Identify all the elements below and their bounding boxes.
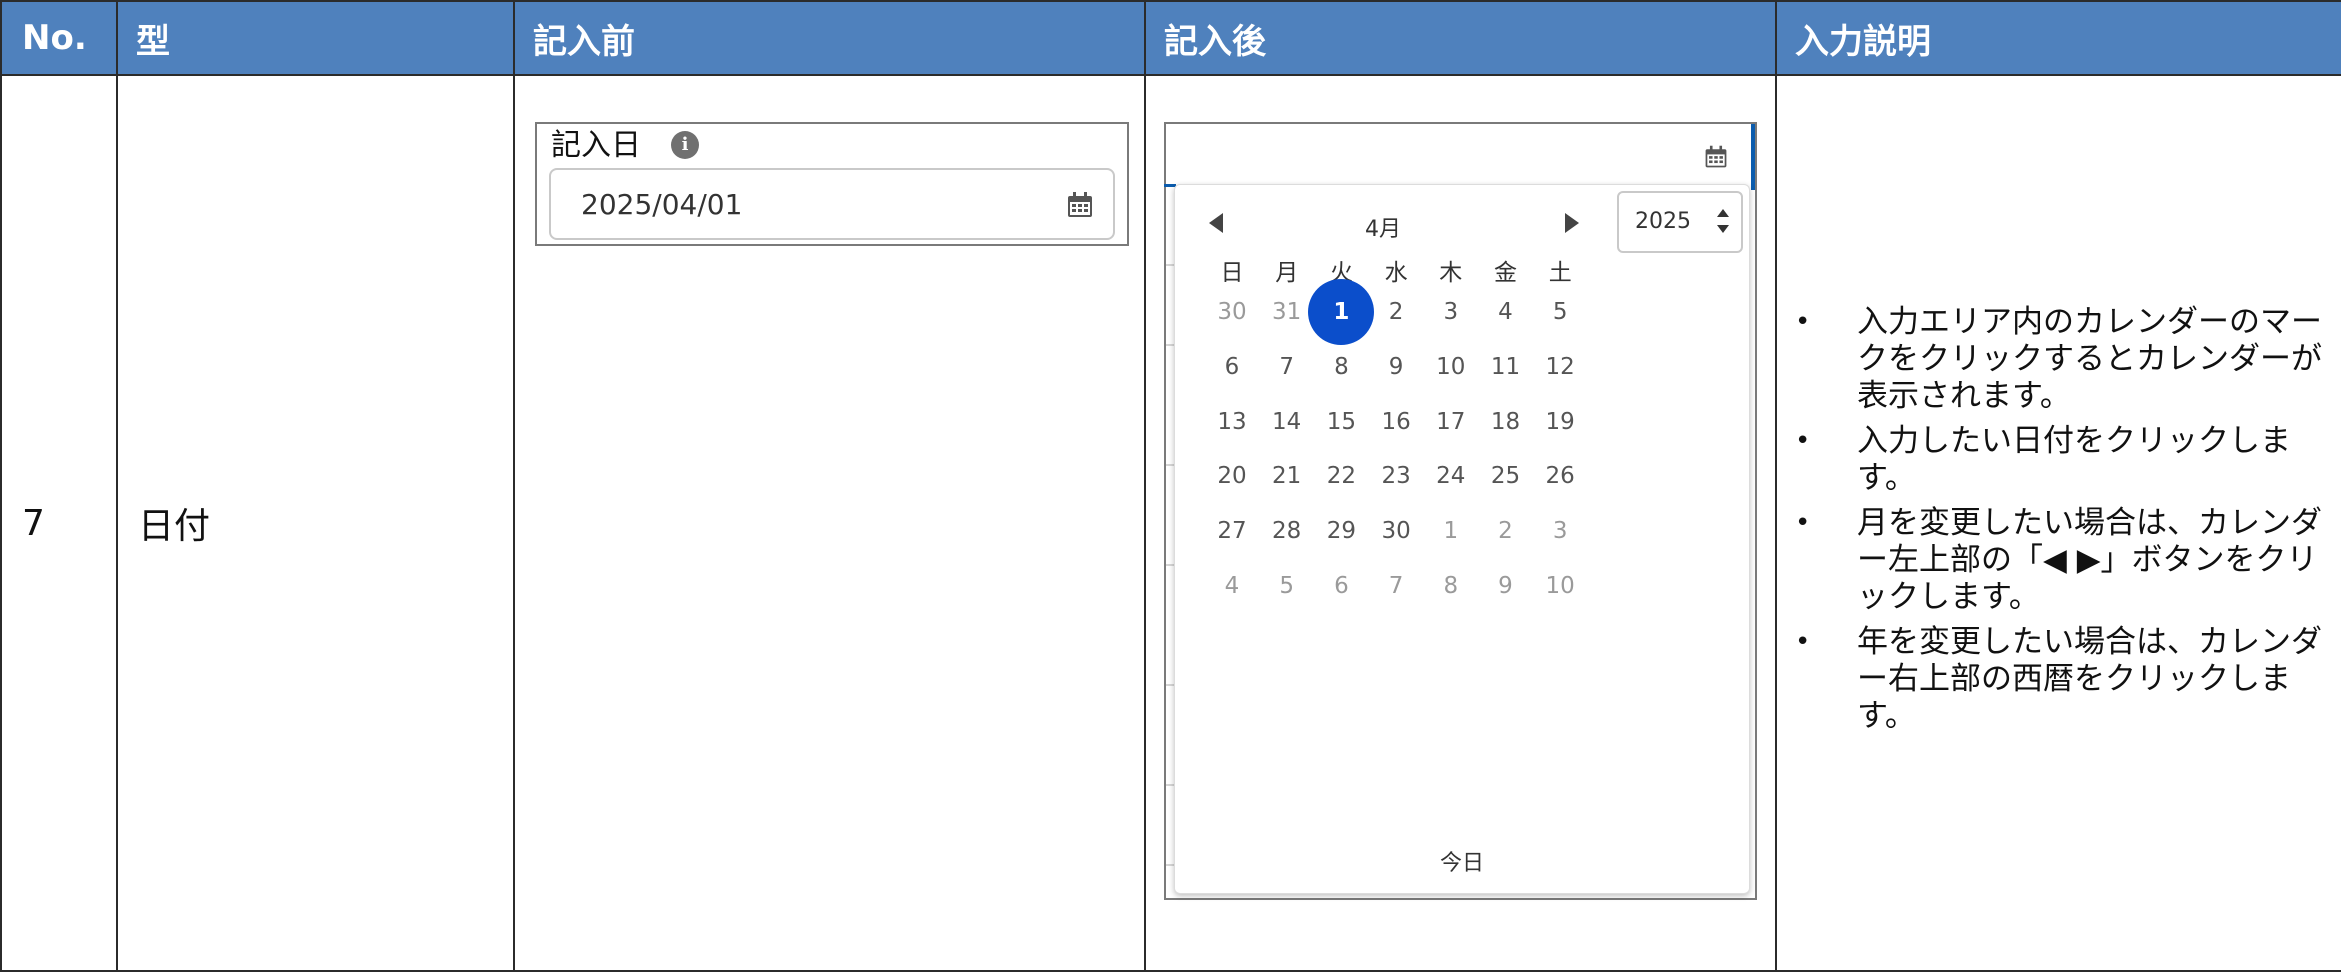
header-description: 入力説明 <box>1775 0 2341 76</box>
table-row: 7 日付 記入日 i 2025/04/01 4月 2025 日 月 火 水 木 … <box>0 74 2341 972</box>
list-item: • 入力したい日付をクリックします。 <box>1795 423 2335 497</box>
info-icon[interactable]: i <box>671 131 699 159</box>
header-no: No. <box>0 0 118 76</box>
before-cell: 記入日 i 2025/04/01 <box>513 74 1146 972</box>
description-list: • 入力エリア内のカレンダーのマークをクリックするとカレンダーが表示されます。 •… <box>1795 304 2335 743</box>
bullet: • <box>1795 426 1811 456</box>
bullet: • <box>1795 627 1811 657</box>
month-label: 4月 <box>1365 217 1401 242</box>
year-down-icon[interactable] <box>1717 225 1729 233</box>
date-field-before: 記入日 i 2025/04/01 <box>535 122 1129 246</box>
date-field-after: 4月 2025 日月火水木金土 30 31 1 2 3 4 5 6 7 8 9 10 11 12 13 14 15… <box>1164 122 1757 900</box>
header-before: 記入前 <box>513 0 1146 76</box>
next-month-button[interactable] <box>1565 213 1579 233</box>
after-cell: 4月 2025 日月火水木金土 30 31 1 2 3 4 5 6 7 8 9 10 11 12 13 14 15… <box>1144 74 1777 972</box>
description-cell: • 入力エリア内のカレンダーのマークをクリックするとカレンダーが表示されます。 •… <box>1775 74 2341 972</box>
list-item: • 入力エリア内のカレンダーのマークをクリックするとカレンダーが表示されます。 <box>1795 304 2335 415</box>
date-input-focused[interactable] <box>1166 124 1755 190</box>
calendar-day[interactable]: 10 <box>1527 553 1593 619</box>
bullet: • <box>1795 508 1811 538</box>
description-text: 年を変更したい場合は、カレンダー右上部の西暦をクリックします。 <box>1857 624 2322 734</box>
year-up-icon[interactable] <box>1717 209 1729 217</box>
date-value: 2025/04/01 <box>581 188 743 221</box>
calendar-icon[interactable] <box>1703 144 1729 170</box>
header-type: 型 <box>116 0 515 76</box>
row-number: 7 <box>0 74 118 972</box>
list-item: • 月を変更したい場合は、カレンダー左上部の「◀ ▶」ボタンをクリックします。 <box>1795 505 2335 616</box>
calendar-icon[interactable] <box>1065 190 1095 220</box>
datepicker-popup: 4月 2025 日月火水木金土 30 31 1 2 3 4 5 6 7 8 9 10 11 12 13 14 15… <box>1174 184 1750 894</box>
bullet: • <box>1795 307 1811 337</box>
date-input[interactable]: 2025/04/01 <box>549 168 1115 240</box>
description-text: 月を変更したい場合は、カレンダー左上部の「◀ ▶」ボタンをクリックします。 <box>1857 505 2322 615</box>
spec-table: No. 型 記入前 記入後 入力説明 7 日付 記入日 i 2025/04/01 <box>0 0 2341 972</box>
prev-month-button[interactable] <box>1209 213 1223 233</box>
field-label: 記入日 <box>551 128 641 163</box>
calendar-day-selected[interactable]: 1 <box>1308 279 1375 345</box>
description-text: 入力したい日付をクリックします。 <box>1857 423 2291 496</box>
description-text: 入力エリア内のカレンダーのマークをクリックするとカレンダーが表示されます。 <box>1857 304 2322 414</box>
header-after: 記入後 <box>1144 0 1777 76</box>
row-type: 日付 <box>116 74 515 972</box>
header-row: No. 型 記入前 記入後 入力説明 <box>0 0 2341 76</box>
today-button[interactable]: 今日 <box>1175 845 1749 877</box>
list-item: • 年を変更したい場合は、カレンダー右上部の西暦をクリックします。 <box>1795 624 2335 735</box>
year-select[interactable]: 2025 <box>1617 191 1743 253</box>
year-value: 2025 <box>1635 209 1691 234</box>
